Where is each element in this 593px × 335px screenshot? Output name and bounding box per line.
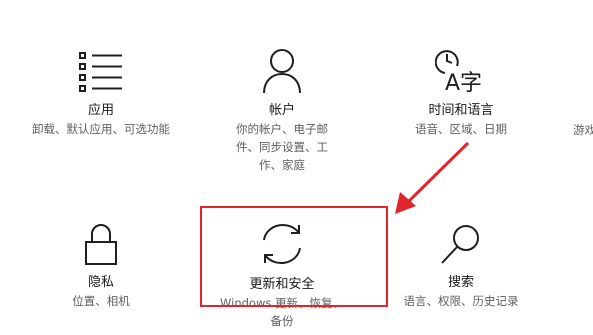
- red-arrow-annotation: [395, 141, 470, 214]
